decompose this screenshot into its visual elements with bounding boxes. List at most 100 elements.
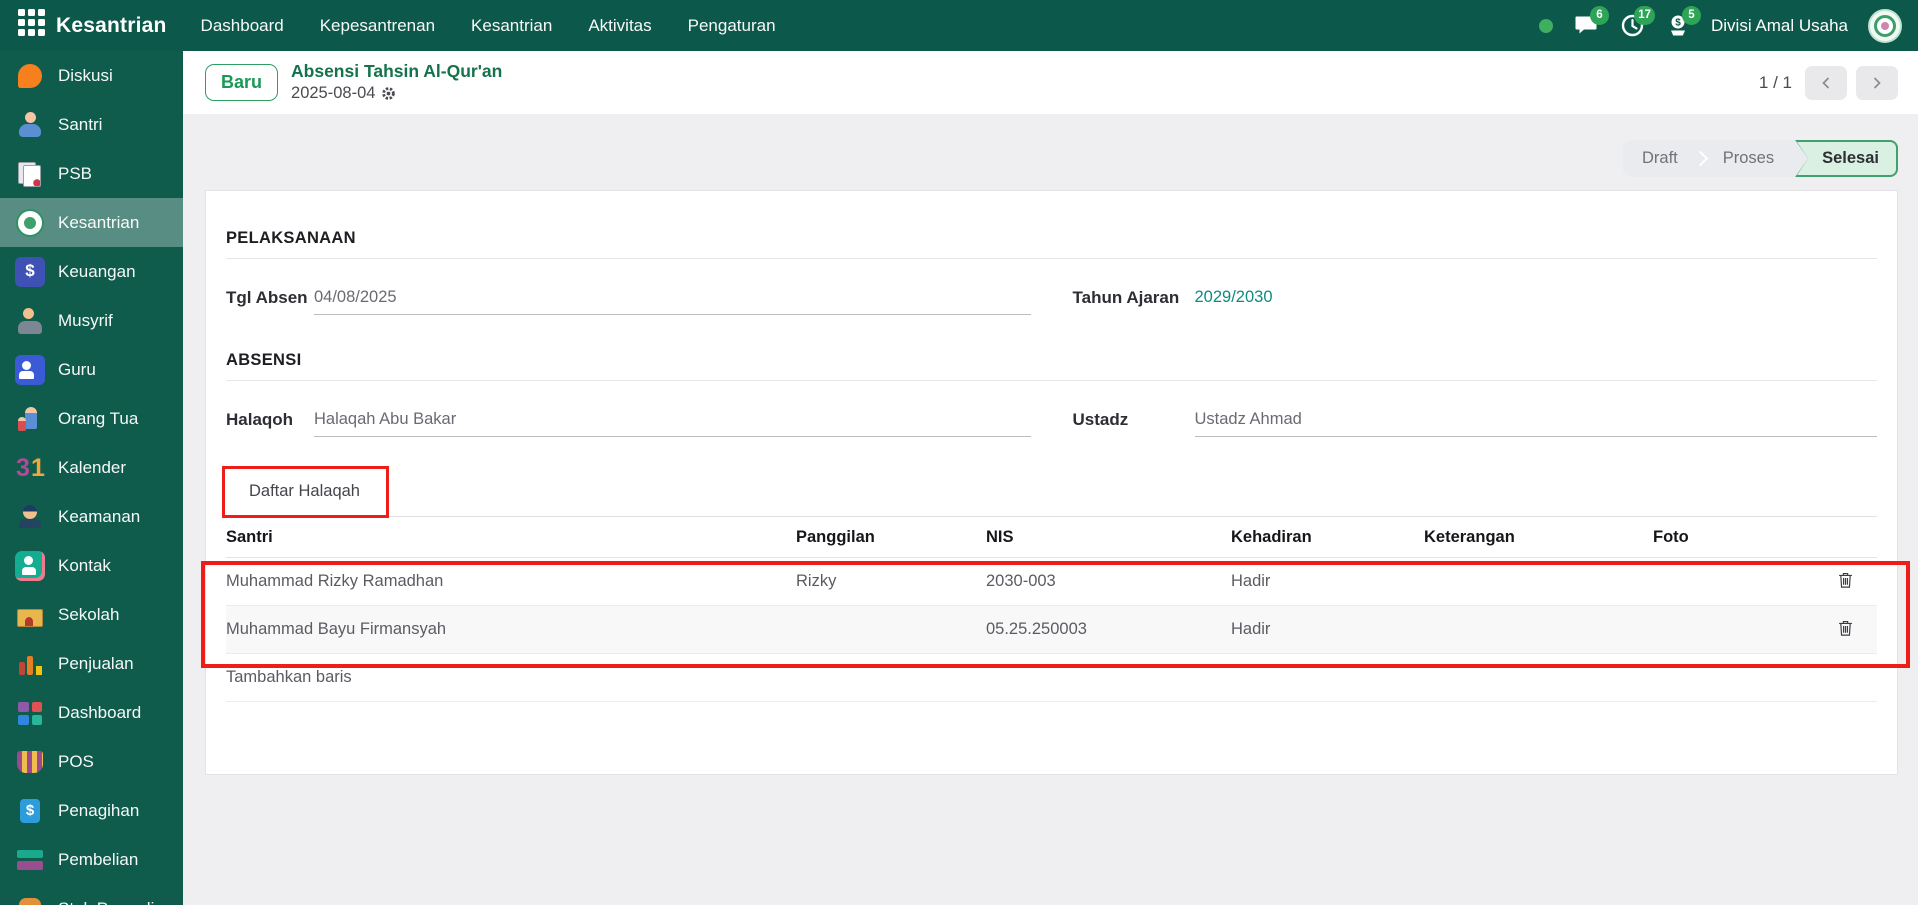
section-rule	[226, 258, 1877, 259]
status-step-draft[interactable]: Draft	[1623, 140, 1697, 177]
sidebar-item-label: Santri	[58, 115, 102, 135]
sidebar-item-label: Dashboard	[58, 703, 141, 723]
sidebar-item-label: Musyrif	[58, 311, 113, 331]
activities-icon[interactable]: 17	[1619, 13, 1645, 39]
approvals-icon[interactable]: $ 5	[1665, 13, 1691, 39]
apps-grid-icon[interactable]	[0, 22, 56, 29]
status-step-proses[interactable]: Proses	[1704, 140, 1793, 177]
col-panggilan[interactable]: Panggilan	[796, 517, 986, 558]
halaqoh-input[interactable]: Halaqah Abu Bakar	[314, 408, 1031, 437]
main-area: Baru Absensi Tahsin Al-Qur'an 2025-08-04…	[183, 51, 1918, 905]
documents-icon	[15, 159, 45, 189]
sidebar-item-label: Pembelian	[58, 850, 138, 870]
cell-nis[interactable]: 2030-003	[986, 558, 1231, 606]
sidebar-item-keamanan[interactable]: Keamanan	[0, 492, 183, 541]
sidebar-item-pembelian[interactable]: Pembelian	[0, 835, 183, 884]
add-row-link[interactable]: Tambahkan baris	[226, 654, 1877, 702]
cell-kehadiran[interactable]: Hadir	[1231, 606, 1424, 654]
sidebar-item-penagihan[interactable]: Penagihan	[0, 786, 183, 835]
cell-santri[interactable]: Muhammad Bayu Firmansyah	[226, 606, 796, 654]
student-icon	[15, 110, 45, 140]
record-name: 2025-08-04	[291, 83, 375, 104]
top-navbar: Kesantrian Dashboard Kepesantrenan Kesan…	[0, 0, 1918, 51]
bar-chart-icon	[15, 649, 45, 679]
cell-kehadiran[interactable]: Hadir	[1231, 558, 1424, 606]
sidebar-item-kontak[interactable]: Kontak	[0, 541, 183, 590]
sidebar-item-label: Penjualan	[58, 654, 134, 674]
activities-badge: 17	[1634, 6, 1655, 25]
cell-santri[interactable]: Muhammad Rizky Ramadhan	[226, 558, 796, 606]
sidebar-item-label: Sekolah	[58, 605, 119, 625]
pager-prev-button[interactable]	[1805, 66, 1847, 100]
menu-kepesantrenan[interactable]: Kepesantrenan	[320, 16, 435, 36]
tahun-ajaran-link[interactable]: 2029/2030	[1195, 286, 1878, 315]
statusbar: Draft Proses Selesai	[1623, 140, 1898, 177]
trash-icon	[1838, 572, 1853, 588]
table-row[interactable]: Muhammad Bayu Firmansyah 05.25.250003 Ha…	[226, 606, 1877, 654]
field-halaqoh: Halaqoh Halaqah Abu Bakar	[226, 408, 1031, 437]
attendance-table: Santri Panggilan NIS Kehadiran Keteranga…	[226, 517, 1877, 702]
menu-aktivitas[interactable]: Aktivitas	[588, 16, 651, 36]
ustadz-input[interactable]: Ustadz Ahmad	[1195, 408, 1878, 437]
cell-foto[interactable]	[1653, 558, 1813, 606]
cell-panggilan[interactable]	[796, 606, 986, 654]
delete-row-button[interactable]	[1836, 570, 1855, 593]
col-santri[interactable]: Santri	[226, 517, 796, 558]
sidebar-item-santri[interactable]: Santri	[0, 100, 183, 149]
cell-foto[interactable]	[1653, 606, 1813, 654]
sidebar-item-psb[interactable]: PSB	[0, 149, 183, 198]
tgl-absen-input[interactable]: 04/08/2025	[314, 286, 1031, 315]
col-nis[interactable]: NIS	[986, 517, 1231, 558]
pager-count: 1 / 1	[1759, 73, 1792, 93]
breadcrumb-title-link[interactable]: Absensi Tahsin Al-Qur'an	[291, 61, 502, 83]
security-guard-icon	[15, 502, 45, 532]
calendar-31-icon	[15, 453, 45, 483]
sidebar-item-keuangan[interactable]: Keuangan	[0, 247, 183, 296]
cell-keterangan[interactable]	[1424, 606, 1653, 654]
section-absensi: ABSENSI	[226, 351, 1877, 370]
menu-dashboard[interactable]: Dashboard	[201, 16, 284, 36]
menu-kesantrian[interactable]: Kesantrian	[471, 16, 552, 36]
status-active-label: Selesai	[1795, 149, 1898, 168]
sidebar-item-label: Keuangan	[58, 262, 136, 282]
new-button[interactable]: Baru	[205, 64, 278, 101]
app-brand[interactable]: Kesantrian	[56, 14, 167, 38]
sidebar-item-diskusi[interactable]: Diskusi	[0, 51, 183, 100]
cell-nis[interactable]: 05.25.250003	[986, 606, 1231, 654]
status-step-selesai[interactable]: Selesai	[1795, 140, 1898, 177]
sidebar-item-label: Kalender	[58, 458, 126, 478]
col-keterangan[interactable]: Keterangan	[1424, 517, 1653, 558]
sidebar-item-pos[interactable]: POS	[0, 737, 183, 786]
gear-icon[interactable]	[381, 86, 396, 101]
sidebar-item-sekolah[interactable]: Sekolah	[0, 590, 183, 639]
sidebar-item-penjualan[interactable]: Penjualan	[0, 639, 183, 688]
sidebar-item-dashboard[interactable]: Dashboard	[0, 688, 183, 737]
sidebar-item-label: Kesantrian	[58, 213, 139, 233]
invoice-icon	[15, 796, 45, 826]
sidebar-item-guru[interactable]: Guru	[0, 345, 183, 394]
menu-pengaturan[interactable]: Pengaturan	[688, 16, 776, 36]
delete-row-button[interactable]	[1836, 618, 1855, 641]
contact-icon	[15, 551, 45, 581]
cell-panggilan[interactable]: Rizky	[796, 558, 986, 606]
sidebar-item-label: Kontak	[58, 556, 111, 576]
pager-next-button[interactable]	[1856, 66, 1898, 100]
sidebar-item-musyrif[interactable]: Musyrif	[0, 296, 183, 345]
inventory-box-icon	[15, 894, 45, 905]
user-name[interactable]: Divisi Amal Usaha	[1711, 16, 1848, 36]
col-kehadiran[interactable]: Kehadiran	[1231, 517, 1424, 558]
user-avatar[interactable]	[1868, 9, 1902, 43]
sidebar-item-label: Keamanan	[58, 507, 140, 527]
col-foto[interactable]: Foto	[1653, 517, 1813, 558]
halaqoh-label: Halaqoh	[226, 408, 314, 430]
sidebar-item-orang-tua[interactable]: Orang Tua	[0, 394, 183, 443]
messages-icon[interactable]: 6	[1573, 13, 1599, 39]
table-row[interactable]: Muhammad Rizky Ramadhan Rizky 2030-003 H…	[226, 558, 1877, 606]
sidebar-item-kalender[interactable]: Kalender	[0, 443, 183, 492]
sidebar-item-stok-persediaan[interactable]: Stok Persediaan	[0, 884, 183, 905]
sidebar-item-kesantrian[interactable]: Kesantrian	[0, 198, 183, 247]
app-sidebar: Diskusi Santri PSB Kesantrian Keuangan M…	[0, 51, 183, 905]
tab-daftar-halaqah[interactable]: Daftar Halaqah	[226, 467, 383, 516]
cell-keterangan[interactable]	[1424, 558, 1653, 606]
form-sheet: PELAKSANAAN Tgl Absen 04/08/2025 Tahun A…	[205, 190, 1898, 775]
